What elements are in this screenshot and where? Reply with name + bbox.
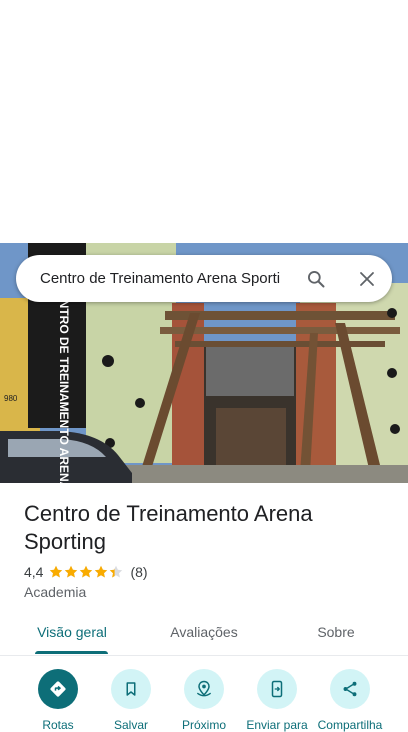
star-rating	[49, 565, 124, 579]
tab-overview[interactable]: Visão geral	[24, 610, 120, 654]
place-title: Centro de Treinamento Arena Sporting	[24, 501, 313, 554]
place-category[interactable]: Academia	[24, 584, 86, 600]
search-input[interactable]: Centro de Treinamento Arena Sporti	[40, 270, 288, 287]
send-to-phone-label: Enviar para	[246, 718, 308, 732]
star-icon	[80, 565, 93, 578]
star-icon	[50, 565, 63, 578]
share-circle	[330, 669, 370, 709]
save-button[interactable]: Salvar	[94, 669, 168, 732]
save-label: Salvar	[113, 718, 148, 732]
send-to-phone-button[interactable]: Enviar para	[240, 669, 314, 732]
share-button[interactable]: Compartilha	[313, 669, 387, 732]
tab-reviews[interactable]: Avaliações	[152, 610, 256, 654]
active-tab-indicator	[35, 651, 108, 654]
search-button[interactable]	[302, 265, 329, 292]
close-icon	[359, 271, 374, 286]
send-to-phone-icon	[271, 680, 283, 698]
bookmark-icon	[126, 682, 136, 696]
nearby-button[interactable]: Próximo	[167, 669, 241, 732]
directions-label: Rotas	[42, 718, 74, 732]
directions-button[interactable]: Rotas	[21, 669, 95, 732]
review-count: (8)	[130, 564, 148, 580]
rating-value: 4,4	[24, 564, 44, 580]
rating-row[interactable]: 4,4 (8)	[24, 563, 148, 581]
directions-circle	[38, 669, 78, 709]
tab-about[interactable]: Sobre	[296, 610, 376, 654]
search-bar[interactable]: Centro de Treinamento Arena Sporti	[16, 255, 392, 302]
share-label: Compartilha	[317, 718, 383, 732]
wall-sign-text: CENTRO DE TREINAMENTO ARENA SP	[57, 283, 71, 483]
star-icon	[110, 565, 123, 578]
house-number: 980	[4, 394, 18, 403]
star-icon	[65, 565, 78, 578]
nearby-label: Próximo	[181, 718, 226, 732]
send-to-phone-circle	[257, 669, 297, 709]
save-circle	[111, 669, 151, 709]
place-tabs: Visão geral Avaliações Sobre	[0, 610, 408, 656]
nearby-circle	[184, 669, 224, 709]
search-icon	[307, 270, 324, 287]
map-area[interactable]	[0, 0, 408, 243]
close-button[interactable]	[353, 265, 380, 292]
star-icon	[95, 565, 108, 578]
share-icon	[343, 681, 357, 697]
directions-icon	[50, 681, 66, 697]
nearby-icon	[196, 680, 212, 697]
